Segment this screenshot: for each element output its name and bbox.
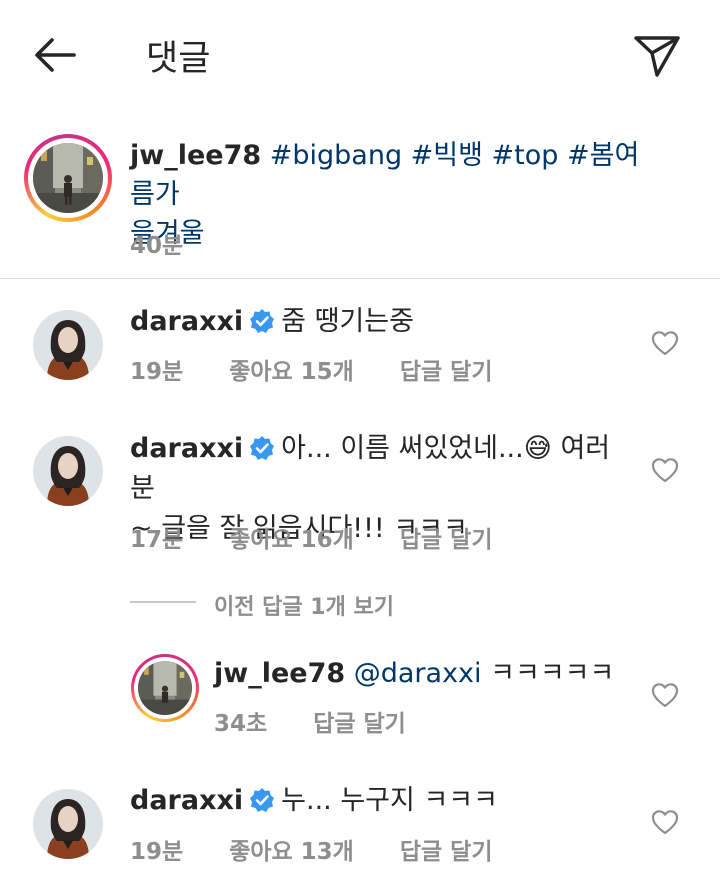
arrow-left-icon	[35, 38, 76, 72]
divider-line	[130, 601, 196, 603]
heart-icon[interactable]	[651, 330, 679, 356]
post-time: 40분	[130, 233, 184, 259]
avatar[interactable]	[33, 310, 103, 380]
story-ring[interactable]	[24, 134, 112, 222]
back-button[interactable]	[30, 30, 80, 80]
reply-time: 34초	[214, 711, 268, 737]
comment-username[interactable]: daraxxi	[130, 785, 243, 816]
reply-body: jw_lee78 @daraxxi ㅋㅋㅋㅋㅋ	[214, 654, 634, 694]
heart-icon[interactable]	[651, 457, 679, 483]
comment-meta: 19분 좋아요 15개 답글 달기	[130, 352, 531, 386]
post-username[interactable]: jw_lee78	[130, 140, 261, 171]
comment-username[interactable]: daraxxi	[130, 433, 243, 464]
view-previous-replies-label[interactable]: 이전 답글 1개 보기	[214, 589, 394, 621]
avatar	[138, 661, 192, 715]
comment-meta: 19분 좋아요 13개 답글 달기	[130, 832, 531, 866]
comment-likes[interactable]: 좋아요 15개	[229, 359, 354, 385]
comment-text: 줌 땡기는중	[281, 306, 414, 337]
verified-badge-icon	[250, 436, 275, 460]
reply-button[interactable]: 답글 달기	[400, 839, 493, 865]
reply-button[interactable]: 답글 달기	[400, 359, 493, 385]
comment-text: 누... 누구지 ㅋㅋㅋ	[281, 785, 498, 816]
verified-badge-icon	[250, 309, 275, 333]
comment-body: daraxxi 줌 땡기는중	[130, 302, 630, 342]
comment-username[interactable]: daraxxi	[130, 306, 243, 337]
comment-likes[interactable]: 좋아요 13개	[229, 839, 354, 865]
heart-icon[interactable]	[651, 682, 679, 708]
comment-time: 17분	[130, 527, 184, 553]
reply-username[interactable]: jw_lee78	[214, 658, 345, 689]
avatar[interactable]	[33, 789, 103, 859]
avatar[interactable]	[33, 436, 103, 506]
top-bar: 댓글	[0, 0, 720, 110]
comment-time: 19분	[130, 839, 184, 865]
comment-likes[interactable]: 좋아요 16개	[229, 527, 354, 553]
verified-badge-icon	[250, 788, 275, 812]
reply-text: ㅋㅋㅋㅋㅋ	[490, 658, 615, 689]
reply-button[interactable]: 답글 달기	[400, 527, 493, 553]
comment-body: daraxxi 누... 누구지 ㅋㅋㅋ	[130, 781, 630, 821]
avatar	[33, 143, 103, 213]
post-caption: jw_lee78 #bigbang #빅뱅 #top #봄여름가 을겨울	[130, 136, 650, 253]
share-button[interactable]	[630, 28, 684, 82]
heart-icon[interactable]	[651, 809, 679, 835]
reply-meta: 34초 답글 달기	[214, 704, 444, 738]
comment-time: 19분	[130, 359, 184, 385]
comment-meta: 17분 좋아요 16개 답글 달기	[130, 520, 531, 554]
story-ring[interactable]	[131, 654, 199, 722]
page-title: 댓글	[146, 39, 211, 79]
reply-button[interactable]: 답글 달기	[313, 711, 406, 737]
reply-mention[interactable]: @daraxxi	[354, 658, 482, 689]
paper-plane-icon	[634, 36, 680, 77]
